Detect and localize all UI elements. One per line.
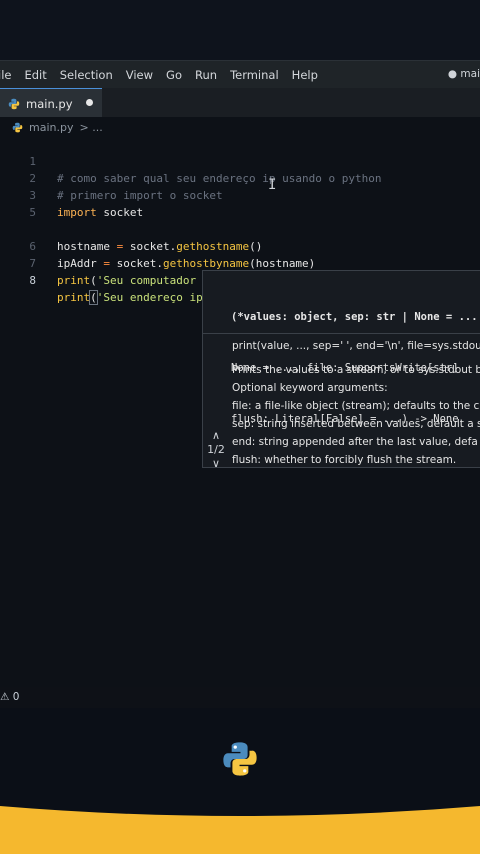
status-bar: ⚠ 0 xyxy=(0,687,480,708)
doc-line: flush: whether to forcibly flush the str… xyxy=(232,454,457,466)
chevron-down-icon[interactable]: ∨ xyxy=(205,457,227,467)
doc-line: Optional keyword arguments: xyxy=(232,382,388,394)
footer-wave xyxy=(0,806,480,854)
window-title: ● mai xyxy=(447,68,480,80)
code-line-3: 3 import socket xyxy=(0,170,480,219)
menu-bar: ile Edit Selection View Go Run Terminal … xyxy=(0,60,480,89)
line-number: 3 xyxy=(29,189,36,202)
python-icon xyxy=(12,122,23,133)
paren: ( xyxy=(90,274,97,287)
code-line-6: 6 ipAddr = socket.gethostbyname(hostname… xyxy=(0,221,480,270)
doc-call: print(value, ..., sep=' ', end='\n', fil… xyxy=(232,340,480,352)
signature-documentation: print(value, ..., sep=' ', end='\n', fil… xyxy=(232,337,480,467)
line-number: 8 xyxy=(29,274,36,287)
code-line-7: 7 print('Seu computador é chamado de: ' … xyxy=(0,238,480,287)
warnings-indicator[interactable]: ⚠ 0 xyxy=(0,691,19,703)
doc-line: end: string appended after the last valu… xyxy=(232,436,478,448)
unsaved-dot-icon[interactable] xyxy=(86,99,93,106)
breadcrumb-more[interactable]: > ... xyxy=(79,121,102,134)
menu-run[interactable]: Run xyxy=(188,68,223,82)
signature-line: (*values: object, sep: str | None = ... xyxy=(231,311,478,323)
breadcrumb: main.py > ... xyxy=(12,121,103,134)
paren: ( xyxy=(89,290,98,305)
tab-bar: main.py xyxy=(0,88,480,118)
menu-edit[interactable]: Edit xyxy=(17,68,52,82)
doc-line: file: a file-like object (stream); defau… xyxy=(232,400,480,412)
divider xyxy=(203,333,480,334)
function-name: print xyxy=(57,274,91,287)
code-text: print('Seu endereço ip') xyxy=(57,289,218,306)
overload-navigator[interactable]: ∧ 1/2 ∨ xyxy=(205,429,227,467)
python-logo-icon xyxy=(223,742,257,776)
doc-line: Prints the values to a stream, or to sys… xyxy=(232,364,480,376)
menu-view[interactable]: View xyxy=(119,68,159,82)
top-band xyxy=(0,0,480,60)
line-number: 5 xyxy=(29,206,36,219)
footer-shape xyxy=(0,806,480,854)
function-name: print xyxy=(57,291,91,304)
code-editor[interactable]: main.py > ... 1 # como saber qual seu en… xyxy=(0,117,480,687)
doc-line: sep: string inserted between values, def… xyxy=(232,418,480,430)
tab-label: main.py xyxy=(26,96,73,111)
string: 'Seu endereço ip' xyxy=(96,291,210,304)
code-line-2: 2 # primero import o socket xyxy=(0,153,480,202)
menu-go[interactable]: Go xyxy=(159,68,188,82)
mouse-ibeam-cursor-icon: I xyxy=(268,177,277,193)
menu-help[interactable]: Help xyxy=(285,68,324,82)
chevron-up-icon[interactable]: ∧ xyxy=(205,429,227,443)
overload-counter: 1/2 xyxy=(207,443,225,456)
menu-selection[interactable]: Selection xyxy=(53,68,119,82)
tab-main-py[interactable]: main.py xyxy=(0,88,102,118)
menu-terminal[interactable]: Terminal xyxy=(223,68,285,82)
signature-help-popup[interactable]: (*values: object, sep: str | None = ... … xyxy=(202,270,480,468)
code-line-5: 5 hostname = socket.gethostname() xyxy=(0,204,480,253)
python-icon xyxy=(8,98,20,109)
breadcrumb-file[interactable]: main.py xyxy=(29,121,73,134)
code-line-1: 1 # como saber qual seu endereço ip usan… xyxy=(0,136,480,185)
comment: # primero import o socket xyxy=(57,189,223,202)
menu-file[interactable]: ile xyxy=(0,68,17,82)
